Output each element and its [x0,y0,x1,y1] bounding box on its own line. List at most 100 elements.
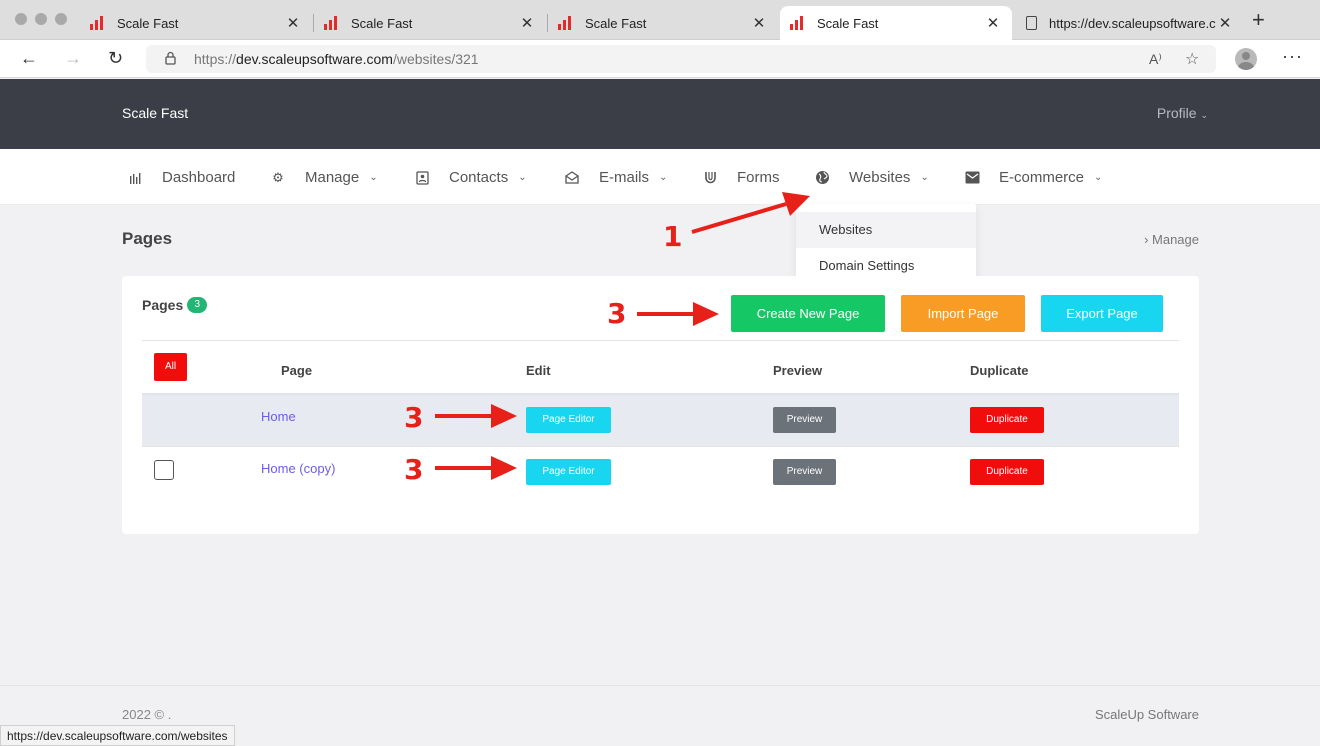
back-arrow-icon[interactable]: ← [20,48,38,68]
scale-fast-favicon-icon [90,15,108,31]
gear-icon: ⚙ [272,169,284,185]
window-minimize-dot[interactable] [35,13,47,25]
nav-dashboard[interactable]: Dashboard [127,169,235,186]
row-checkbox[interactable] [154,460,174,480]
browser-address-bar: ← → ↻ https://dev.scaleupsoftware.com/we… [0,40,1320,78]
scale-fast-favicon-icon [324,15,342,31]
tab-title: https://dev.scaleupsoftware.c [1049,15,1216,31]
nav-manage[interactable]: ⚙ Manage ⌄ [270,169,378,186]
tab-close-icon[interactable]: ✕ [284,14,302,32]
browser-menu-icon[interactable]: ··· [1282,46,1303,67]
profile-menu[interactable]: Profile ⌄ [1157,105,1208,121]
browser-tab-3[interactable]: Scale Fast ✕ [548,6,778,40]
preview-button[interactable]: Preview [773,459,836,485]
browser-tab-1[interactable]: Scale Fast ✕ [80,6,312,40]
preview-button[interactable]: Preview [773,407,836,433]
nav-label: Dashboard [162,169,236,186]
duplicate-button[interactable]: Duplicate [970,459,1044,485]
window-close-dot[interactable] [15,13,27,25]
nav-label: Forms [737,169,780,186]
table-divider [142,340,1179,341]
main-navigation: Dashboard ⚙ Manage ⌄ Contacts ⌄ E-mails … [0,149,1320,205]
nav-emails[interactable]: E-mails ⌄ [564,169,667,186]
annotation-step-3: 3 [607,297,627,330]
footer-company: ScaleUp Software [1094,707,1199,722]
chevron-down-icon: ⌄ [920,172,929,183]
column-header-duplicate: Duplicate [970,363,1029,378]
nav-label: Manage [305,169,360,186]
browser-tab-5[interactable]: https://dev.scaleupsoftware.c ✕ [1014,6,1244,40]
contact-card-icon [414,170,430,186]
page-title: Pages [122,229,173,248]
page-editor-button[interactable]: Page Editor [526,459,611,485]
nav-label: E-mails [599,169,650,186]
tab-title: Scale Fast [117,15,179,31]
page-count-badge: 3 [187,297,208,313]
column-header-page: Page [281,363,313,378]
tab-close-icon[interactable]: ✕ [984,14,1002,32]
browser-tab-bar: Scale Fast ✕ Scale Fast ✕ Scale Fast ✕ S… [0,0,1320,40]
url-field[interactable]: https://dev.scaleupsoftware.com/websites… [146,45,1216,73]
page-document-icon [1026,16,1037,30]
forward-arrow-icon[interactable]: → [64,48,82,68]
window-zoom-dot[interactable] [55,13,67,25]
duplicate-button[interactable]: Duplicate [970,407,1044,433]
lock-icon [165,51,176,65]
bar-chart-icon [127,170,143,186]
reload-icon[interactable]: ↻ [108,48,123,68]
select-all-button[interactable]: All [154,353,187,381]
footer-copyright: 2022 © . [122,707,172,722]
browser-status-url: https://dev.scaleupsoftware.com/websites [0,725,235,746]
card-title-text: Pages [142,297,184,313]
brand-logo-text[interactable]: Scale Fast [122,105,188,121]
chevron-down-icon: ⌄ [518,172,527,183]
annotation-step-3: 3 [404,401,424,434]
tab-close-icon[interactable]: ✕ [750,14,768,32]
export-page-button[interactable]: Export Page [1041,295,1163,332]
scale-fast-favicon-icon [790,15,808,31]
breadcrumb[interactable]: › Manage [1144,232,1199,247]
read-aloud-icon[interactable]: A⁾ [1149,51,1162,68]
annotation-step-3: 3 [404,453,424,486]
envelope-icon [964,170,980,186]
page-link-home[interactable]: Home [261,409,296,424]
dropdown-item-websites[interactable]: Websites [796,212,976,248]
new-tab-button[interactable]: + [1252,9,1265,31]
app-header: Scale Fast Profile ⌄ [0,79,1320,149]
nav-contacts[interactable]: Contacts ⌄ [414,169,527,186]
profile-label: Profile [1156,105,1197,121]
tab-title: Scale Fast [351,15,413,31]
globe-icon [814,170,830,186]
card-title: Pages 3 [142,297,208,313]
annotation-arrow-3-editor-1 [435,404,517,428]
envelope-open-icon [564,170,580,186]
tab-title: Scale Fast [817,15,879,31]
footer-divider [0,685,1320,686]
chevron-down-icon: ⌄ [369,172,378,183]
column-header-edit: Edit [526,363,551,378]
url-text: https://dev.scaleupsoftware.com/websites… [194,51,479,67]
nav-forms[interactable]: Forms [702,169,780,186]
annotation-step-1: 1 [663,220,683,253]
nav-ecommerce[interactable]: E-commerce ⌄ [964,169,1102,186]
page-editor-button[interactable]: Page Editor [526,407,611,433]
tab-close-icon[interactable]: ✕ [1216,14,1234,32]
nav-label: Contacts [449,169,509,186]
profile-avatar-icon[interactable] [1235,48,1257,70]
scale-fast-favicon-icon [558,15,576,31]
import-page-button[interactable]: Import Page [901,295,1025,332]
column-header-preview: Preview [773,363,823,378]
create-new-page-button[interactable]: Create New Page [731,295,885,332]
nav-label: E-commerce [999,169,1085,186]
nav-websites[interactable]: Websites ⌄ [814,169,929,186]
chevron-down-icon: ⌄ [1094,172,1103,183]
annotation-arrow-1 [691,192,810,234]
chevron-down-icon: ⌄ [659,172,668,183]
annotation-arrow-3-create [637,302,719,326]
page-link-home-copy[interactable]: Home (copy) [261,461,335,476]
browser-tab-2[interactable]: Scale Fast ✕ [314,6,546,40]
add-favorite-icon[interactable]: ☆ [1185,49,1199,69]
tab-title: Scale Fast [585,15,647,31]
tab-close-icon[interactable]: ✕ [518,14,536,32]
browser-tab-4-active[interactable]: Scale Fast ✕ [780,6,1012,40]
